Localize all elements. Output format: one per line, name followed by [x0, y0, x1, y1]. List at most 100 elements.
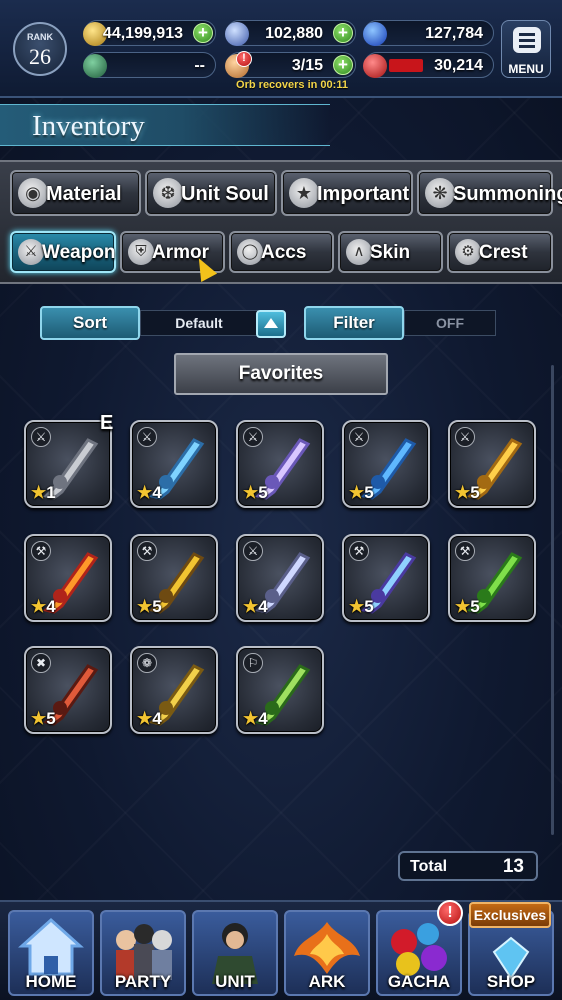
ring-icon: ◯: [237, 239, 263, 265]
weapon-item-4[interactable]: ⚔ ★5: [342, 420, 430, 508]
star-icon: ★: [31, 483, 47, 502]
nav-ark-label: ARK: [308, 972, 346, 991]
tab-crest[interactable]: ⚙ Crest: [447, 231, 553, 273]
nav-unit[interactable]: UNIT: [192, 910, 278, 996]
weapon-item-6[interactable]: ⚒ ★4: [24, 534, 112, 622]
lapis-crystal-icon: [225, 22, 249, 46]
red-value: 30,214: [434, 57, 483, 74]
weapon-item-11[interactable]: ✖ ★5: [24, 646, 112, 734]
rarity-stars: ★4: [243, 597, 268, 617]
nav-shop-label: SHOP: [486, 972, 536, 991]
filter-value: OFF: [404, 310, 496, 336]
rarity-value: 4: [152, 483, 162, 502]
weapon-item-1[interactable]: ⚔ ★1: [24, 420, 112, 508]
menu-label: MENU: [508, 62, 544, 76]
sort-order-toggle[interactable]: [256, 310, 286, 338]
star-icon: ★: [455, 483, 471, 502]
weapon-item-8[interactable]: ⚔ ★4: [236, 534, 324, 622]
add-orbs-button[interactable]: +: [333, 55, 353, 75]
crest-icon: ❋: [425, 178, 455, 208]
star-icon: ★: [455, 597, 471, 616]
tab-accs[interactable]: ◯ Accs: [229, 231, 334, 273]
staff-type-icon: ⚐: [243, 653, 263, 673]
rarity-value: 4: [258, 709, 268, 728]
tab-material-label: Material: [46, 183, 122, 205]
rank-badge[interactable]: RANK 26: [13, 22, 67, 76]
sort-button[interactable]: Sort: [40, 306, 140, 340]
star-icon: ★: [243, 597, 259, 616]
rarity-value: 5: [364, 483, 374, 502]
compass-icon: [83, 54, 107, 78]
star-icon: ★: [289, 178, 319, 208]
nav-party[interactable]: PARTY: [100, 910, 186, 996]
total-label: Total: [410, 858, 448, 875]
tab-important-label: Important: [317, 183, 410, 205]
blue-orb-value: 127,784: [425, 25, 483, 42]
rarity-value: 5: [46, 709, 56, 728]
lapis-value: 102,880: [265, 25, 323, 42]
arrow-up-icon: [264, 318, 278, 328]
hammer-type-icon: ⚒: [349, 541, 369, 561]
weapon-item-3[interactable]: ⚔ ★5: [236, 420, 324, 508]
rarity-stars: ★5: [455, 597, 480, 617]
rarity-value: 5: [152, 597, 162, 616]
weapon-item-2[interactable]: ⚔ ★4: [130, 420, 218, 508]
tab-summoning[interactable]: ❋ Summoning: [417, 170, 562, 216]
star-icon: ★: [349, 483, 365, 502]
nav-gacha-label: GACHA: [387, 972, 451, 991]
sort-value[interactable]: Default: [140, 310, 258, 336]
flame-icon: ❆: [153, 178, 183, 208]
nav-unit-label: UNIT: [215, 972, 255, 991]
weapon-item-10[interactable]: ⚒ ★5: [448, 534, 536, 622]
star-icon: ★: [137, 709, 153, 728]
nav-ark[interactable]: ARK: [284, 910, 370, 996]
tab-material[interactable]: ◉ Material: [10, 170, 141, 216]
menu-button[interactable]: MENU: [501, 20, 551, 78]
rarity-stars: ★5: [137, 597, 162, 617]
filter-button[interactable]: Filter: [304, 306, 404, 340]
favorites-button[interactable]: Favorites: [174, 353, 388, 395]
star-icon: ★: [31, 597, 47, 616]
nav-home[interactable]: HOME: [8, 910, 94, 996]
weapon-item-12[interactable]: ❁ ★4: [130, 646, 218, 734]
rarity-value: 4: [258, 597, 268, 616]
weapon-item-13[interactable]: ⚐ ★4: [236, 646, 324, 734]
add-lapis-button[interactable]: +: [333, 23, 353, 43]
gun-type-icon: ❁: [137, 653, 157, 673]
tab-important[interactable]: ★ Important: [281, 170, 413, 216]
gil-value: 44,199,913: [102, 25, 183, 42]
scrollbar[interactable]: [551, 365, 554, 835]
rank-label: RANK: [27, 32, 53, 42]
sword-icon: ⚔: [18, 239, 44, 265]
lapis-counter: 102,880 +: [225, 20, 356, 46]
tab-weapon[interactable]: ⚔ Weapon: [10, 231, 116, 273]
orb-value: 3/15: [291, 57, 323, 74]
tab-weapon-label: Weapon: [42, 242, 116, 263]
rarity-stars: ★4: [243, 709, 268, 729]
gear-icon: ⚙: [455, 239, 481, 265]
status-bar: RANK 26 44,199,913 + 102,880 + 127,784 -…: [0, 0, 562, 98]
rarity-stars: ★1: [31, 483, 56, 503]
tab-unit-soul-label: Unit Soul: [181, 183, 269, 205]
star-icon: ★: [243, 709, 259, 728]
weapon-item-7[interactable]: ⚒ ★5: [130, 534, 218, 622]
rarity-value: 5: [258, 483, 268, 502]
rarity-value: 5: [364, 597, 374, 616]
hammer-type-icon: ⚒: [455, 541, 475, 561]
rarity-stars: ★4: [137, 483, 162, 503]
tab-unit-soul[interactable]: ❆ Unit Soul: [145, 170, 277, 216]
weapon-item-9[interactable]: ⚒ ★5: [342, 534, 430, 622]
exclusives-badge[interactable]: Exclusives: [469, 902, 551, 928]
axe-type-icon: ⚒: [137, 541, 157, 561]
tab-skin[interactable]: ∧ Skin: [338, 231, 443, 273]
rarity-value: 4: [46, 597, 56, 616]
star-icon: ★: [31, 709, 47, 728]
rarity-stars: ★5: [243, 483, 268, 503]
nav-home-label: HOME: [25, 972, 77, 991]
rank-value: 26: [29, 44, 51, 69]
rarity-stars: ★4: [137, 709, 162, 729]
weapon-item-5[interactable]: ⚔ ★5: [448, 420, 536, 508]
add-gil-button[interactable]: +: [193, 23, 213, 43]
sack-icon: ◉: [18, 178, 48, 208]
sword-type-icon: ⚔: [243, 427, 263, 447]
